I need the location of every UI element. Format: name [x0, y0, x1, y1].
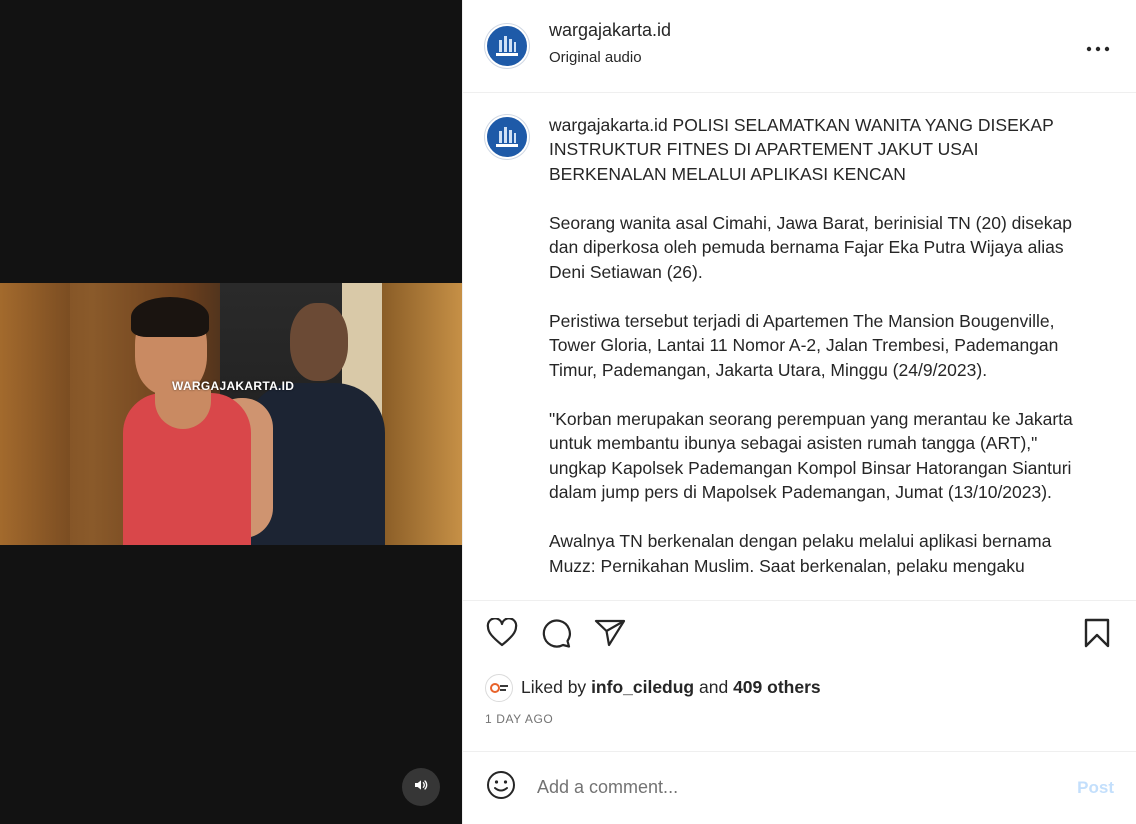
save-button[interactable]: [1080, 618, 1114, 652]
comment-button[interactable]: [539, 618, 573, 652]
caption-text: wargajakarta.id POLISI SELAMATKAN WANITA…: [549, 113, 1097, 601]
header-meta: wargajakarta.id Original audio: [549, 20, 671, 66]
scene-door-right: [382, 283, 462, 545]
likes-others-link[interactable]: 409 others: [733, 677, 821, 698]
action-bar: [463, 601, 1136, 669]
caption-author-avatar[interactable]: [485, 114, 529, 159]
caption-paragraph: Seorang wanita asal Cimahi, Jawa Barat, …: [549, 212, 1072, 282]
caption-paragraph: "Korban merupakan seorang perempuan yang…: [549, 408, 1073, 503]
post-side-panel: wargajakarta.id Original audio wargajaka…: [462, 0, 1136, 824]
emoji-picker-button[interactable]: [485, 770, 517, 805]
comment-composer: Post: [463, 750, 1136, 824]
liker-username[interactable]: info_ciledug: [591, 677, 694, 698]
like-button[interactable]: [485, 617, 519, 653]
likes-prefix: Liked by: [521, 677, 587, 698]
paper-plane-icon: [594, 618, 626, 653]
video-frame[interactable]: WARGAJAKARTA.ID: [0, 283, 462, 545]
scene-door-left: [0, 283, 70, 545]
caption-section[interactable]: wargajakarta.id POLISI SELAMATKAN WANITA…: [463, 93, 1136, 602]
original-audio-link[interactable]: Original audio: [549, 49, 671, 66]
author-username[interactable]: wargajakarta.id: [549, 20, 671, 41]
instagram-post-modal: WARGAJAKARTA.ID wargajakarta.id Original…: [0, 0, 1136, 824]
bookmark-icon: [1084, 618, 1110, 653]
caption-username[interactable]: wargajakarta.id: [549, 115, 668, 135]
caption-headline: wargajakarta.id POLISI SELAMATKAN WANITA…: [549, 113, 1097, 187]
heart-icon: [486, 617, 518, 653]
liker-avatar[interactable]: [485, 673, 513, 702]
likes-conjunction: and: [699, 677, 729, 698]
more-dots-icon: [1086, 39, 1110, 57]
post-header: wargajakarta.id Original audio: [463, 0, 1136, 93]
video-watermark: WARGAJAKARTA.ID: [172, 379, 295, 393]
comment-input[interactable]: [537, 777, 1037, 799]
post-timestamp[interactable]: 1 DAY AGO: [463, 706, 1136, 730]
likes-summary: Liked by info_ciledug and 409 others: [463, 669, 1136, 706]
comment-icon: [540, 617, 572, 654]
caption-paragraph: Awalnya TN berkenalan dengan pelaku mela…: [549, 531, 1052, 576]
scene-person-front: [115, 293, 275, 545]
smiley-icon: [486, 770, 516, 805]
author-avatar[interactable]: [485, 23, 529, 68]
video-player[interactable]: WARGAJAKARTA.ID: [0, 0, 462, 824]
caption-paragraph: Peristiwa tersebut terjadi di Apartemen …: [549, 310, 1059, 380]
share-button[interactable]: [593, 618, 627, 652]
speaker-icon: [413, 777, 429, 798]
audio-toggle-button[interactable]: [402, 768, 440, 806]
more-options-button[interactable]: [1084, 34, 1112, 62]
post-comment-button[interactable]: Post: [1077, 778, 1114, 798]
